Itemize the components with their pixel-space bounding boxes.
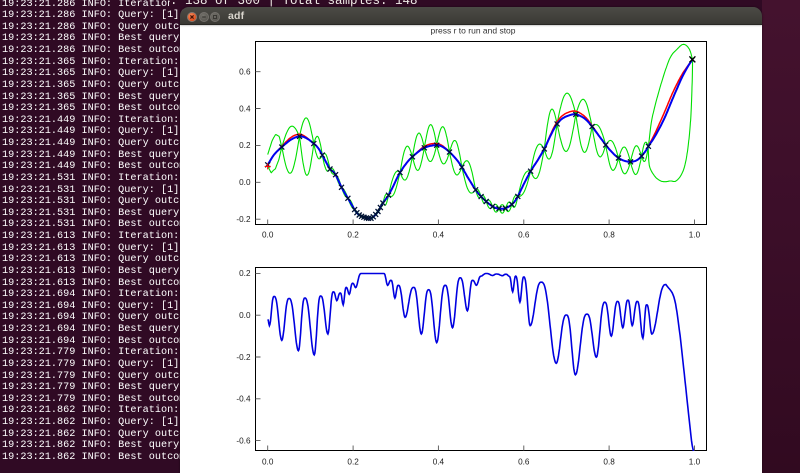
svg-text:0.0: 0.0 <box>262 231 274 240</box>
svg-text:-0.2: -0.2 <box>236 353 251 362</box>
svg-text:0.2: 0.2 <box>347 457 359 466</box>
svg-text:1.0: 1.0 <box>689 457 701 466</box>
svg-text:0.2: 0.2 <box>347 231 359 240</box>
svg-text:0.6: 0.6 <box>239 68 251 77</box>
svg-text:0.2: 0.2 <box>239 141 251 150</box>
svg-text:0.6: 0.6 <box>518 457 530 466</box>
svg-text:0.2: 0.2 <box>239 269 251 278</box>
svg-text:press r to run and stop: press r to run and stop <box>430 26 515 36</box>
svg-text:-0.6: -0.6 <box>236 436 251 445</box>
svg-text:0.8: 0.8 <box>603 231 615 240</box>
svg-text:0.0: 0.0 <box>262 457 274 466</box>
svg-text:0.4: 0.4 <box>239 104 251 113</box>
svg-text:1.0: 1.0 <box>689 231 701 240</box>
svg-text:0.0: 0.0 <box>239 311 251 320</box>
svg-text:0.4: 0.4 <box>433 231 445 240</box>
svg-text:0.4: 0.4 <box>433 457 445 466</box>
svg-text:0.6: 0.6 <box>518 231 530 240</box>
svg-text:0.8: 0.8 <box>603 457 615 466</box>
svg-text:-0.4: -0.4 <box>236 395 251 404</box>
svg-text:0.0: 0.0 <box>239 178 251 187</box>
svg-text:-0.2: -0.2 <box>236 215 251 224</box>
